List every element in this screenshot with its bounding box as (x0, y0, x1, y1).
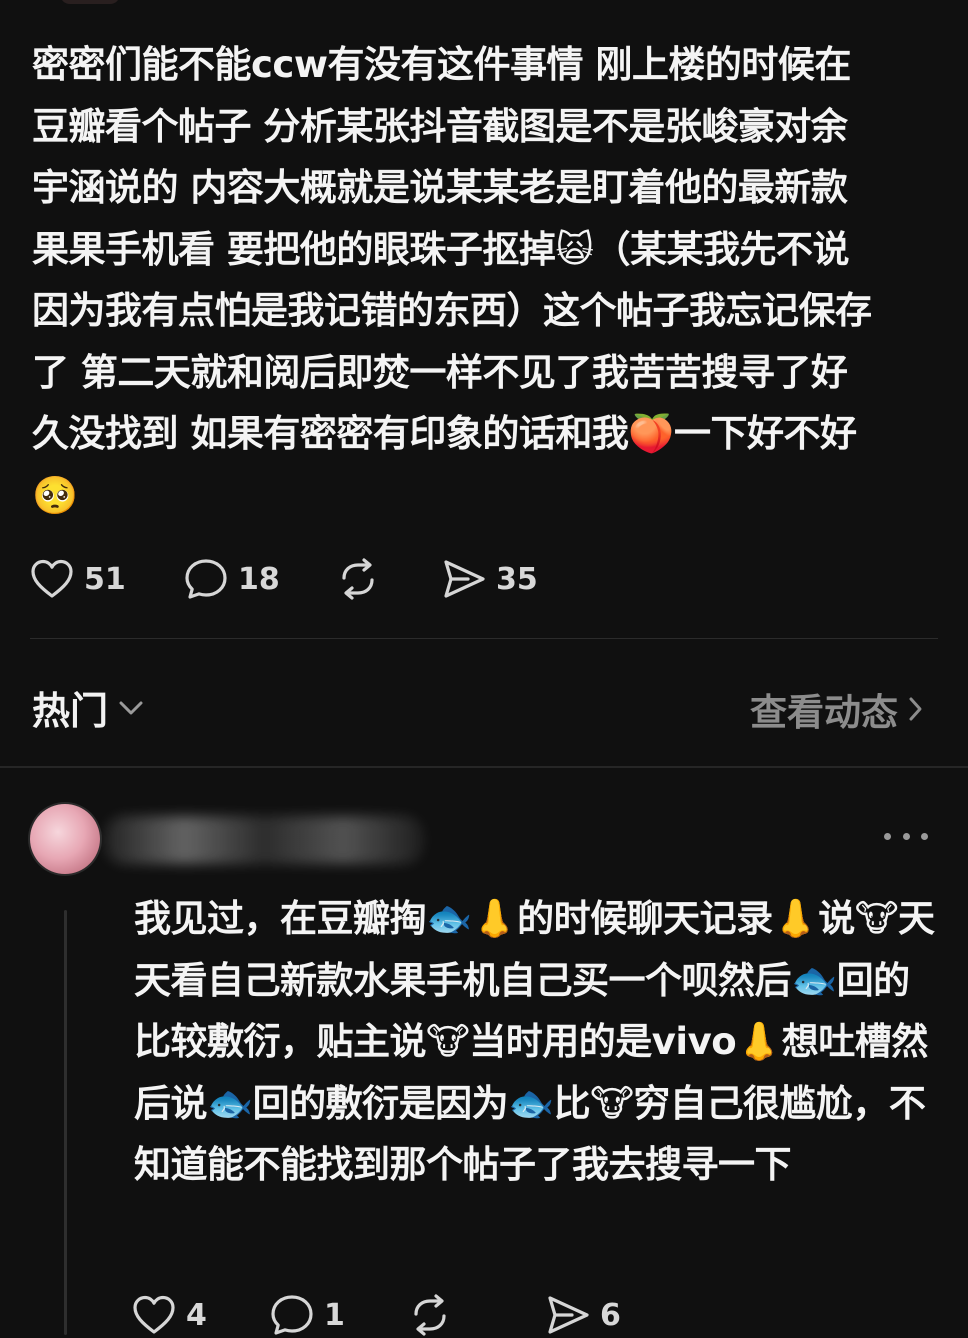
more-dots-icon (884, 832, 891, 840)
previous-item-edge (60, 0, 120, 4)
thread-line (64, 910, 67, 1335)
comment-bubble-icon (185, 559, 227, 599)
share-count: 35 (496, 561, 538, 597)
comment-button[interactable]: 18 (184, 558, 330, 600)
reply-share-count: 6 (600, 1297, 621, 1333)
like-button[interactable]: 51 (30, 559, 178, 599)
comments-sort-bar: 热门 查看动态 (0, 664, 968, 750)
sort-dropdown[interactable]: 热门 (32, 680, 144, 735)
repost-icon (342, 558, 374, 600)
repost-button[interactable] (336, 558, 436, 600)
chevron-right-icon (909, 697, 922, 721)
avatar[interactable] (30, 804, 100, 874)
comment-bubble-icon (271, 1295, 313, 1335)
view-activity-label: 查看动态 (750, 691, 898, 734)
chevron-down-icon (119, 701, 143, 714)
redacted-username (104, 816, 424, 864)
post-body: 密密们能不能ccw有没有这件事情 刚上楼的时候在豆瓣看个帖子 分析某张抖音截图是… (32, 43, 872, 517)
reply-comment-count: 1 (324, 1297, 345, 1333)
heart-icon (133, 1295, 175, 1334)
divider (30, 638, 938, 639)
repost-icon (414, 1294, 446, 1336)
like-count: 51 (84, 561, 126, 597)
reply-like-button[interactable]: 4 (132, 1295, 218, 1335)
reply-like-count: 4 (186, 1297, 207, 1333)
view-activity-link[interactable]: 查看动态 (750, 682, 924, 736)
post-action-bar: 51 18 35 (30, 556, 582, 602)
send-icon (548, 1296, 589, 1334)
reply-comment-button[interactable]: 1 (270, 1294, 356, 1336)
section-divider (0, 766, 968, 768)
share-button[interactable]: 35 (442, 558, 538, 600)
comment-count: 18 (238, 561, 280, 597)
more-options-button[interactable] (884, 822, 928, 850)
reply-action-bar: 4 1 6 (132, 1292, 684, 1338)
send-icon (444, 560, 485, 598)
reply-body: 我见过，在豆瓣掏🐟👃的时候聊天记录👃说🐮天天看自己新款水果手机自己买一个呗然后🐟… (134, 897, 935, 1186)
reply-share-button[interactable]: 6 (546, 1294, 632, 1336)
sort-label: 热门 (32, 689, 109, 733)
heart-icon (31, 559, 73, 598)
reply-repost-button[interactable] (408, 1294, 494, 1336)
